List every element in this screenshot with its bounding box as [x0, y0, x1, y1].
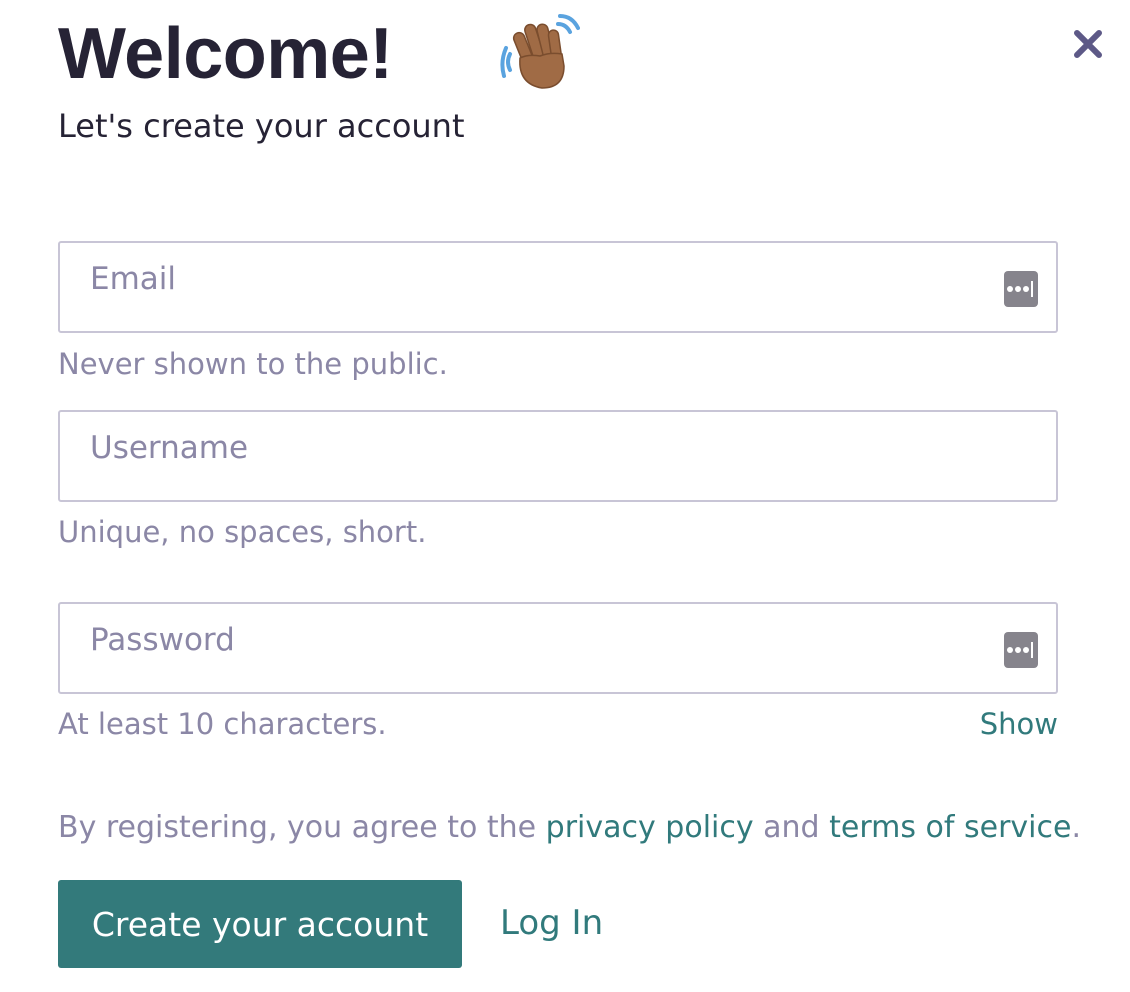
email-field-wrapper: [58, 241, 1058, 333]
legal-conjunction: and: [753, 810, 830, 845]
login-link[interactable]: Log In: [500, 900, 603, 946]
close-icon[interactable]: [1068, 24, 1108, 64]
show-password-toggle[interactable]: Show: [980, 704, 1058, 744]
page-subtitle: Let's create your account: [58, 107, 465, 145]
legal-prefix: By registering, you agree to the: [58, 810, 546, 845]
password-field[interactable]: [60, 604, 1056, 692]
password-manager-icon[interactable]: [1004, 271, 1038, 307]
create-account-button[interactable]: Create your account: [58, 880, 462, 968]
waving-hand-icon: [500, 14, 580, 89]
username-field[interactable]: [60, 412, 1056, 500]
signup-dialog: Welcome! Let's create your account Never…: [0, 0, 1130, 992]
password-hint: At least 10 characters.: [58, 707, 387, 741]
terms-of-service-link[interactable]: terms of service: [829, 810, 1071, 845]
password-manager-icon[interactable]: [1004, 632, 1038, 668]
legal-suffix: .: [1071, 810, 1082, 845]
page-title: Welcome!: [58, 14, 393, 94]
username-field-wrapper: [58, 410, 1058, 502]
password-field-wrapper: [58, 602, 1058, 694]
email-hint: Never shown to the public.: [58, 347, 448, 381]
legal-notice: By registering, you agree to the privacy…: [58, 806, 1081, 850]
username-hint: Unique, no spaces, short.: [58, 515, 427, 549]
email-field[interactable]: [60, 243, 1056, 331]
privacy-policy-link[interactable]: privacy policy: [546, 810, 754, 845]
